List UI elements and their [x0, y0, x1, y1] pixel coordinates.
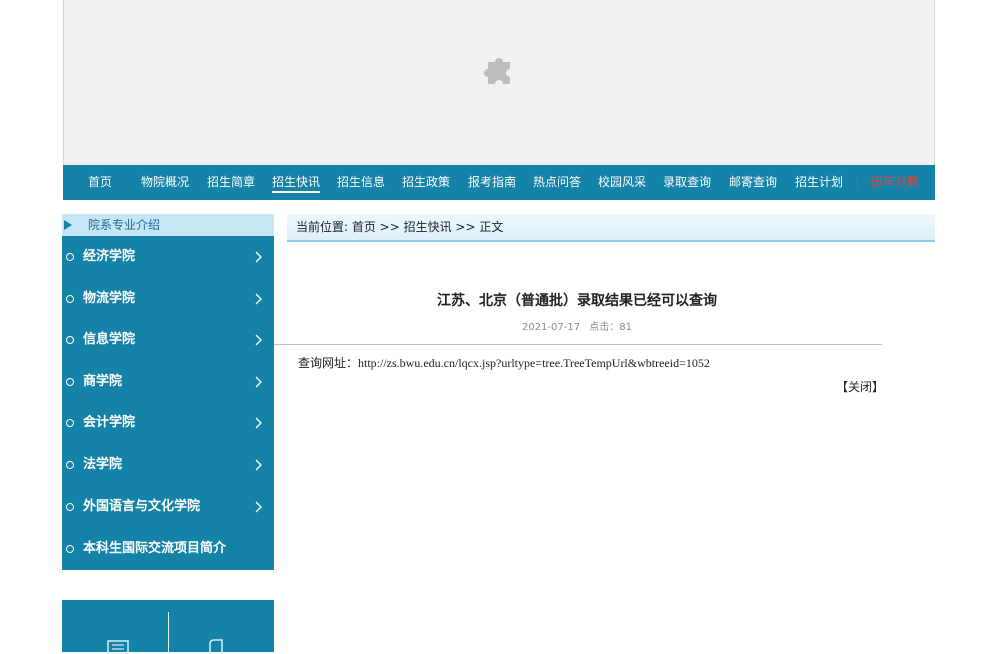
query-url-label: 查询网址： — [298, 356, 359, 370]
nav-admission-plan[interactable]: 招生计划 — [793, 165, 845, 200]
chevron-right-icon — [255, 293, 262, 305]
close-link[interactable]: 【关闭】 — [836, 378, 884, 396]
nav-home[interactable]: 首页 — [85, 165, 115, 200]
chevron-right-icon — [255, 334, 262, 346]
circle-bullet-icon — [66, 419, 74, 427]
sidebar-item-logistics[interactable]: 物流学院 — [62, 284, 274, 314]
sidebar-item-foreign-languages[interactable]: 外国语言与文化学院 — [62, 492, 274, 522]
nav-application-guide[interactable]: 报考指南 — [466, 165, 518, 200]
sidebar-item-international-exchange[interactable]: 本科生国际交流项目简介 — [62, 534, 274, 564]
circle-bullet-icon — [66, 545, 74, 553]
sidebar-item-business[interactable]: 商学院 — [62, 367, 274, 397]
nav-admission-query[interactable]: 录取查询 — [661, 165, 713, 200]
article-date: 2021-07-17 — [521, 322, 581, 333]
sidebar-item-information[interactable]: 信息学院 — [62, 325, 274, 355]
chevron-right-icon — [255, 417, 262, 429]
puzzle-plugin-icon — [484, 58, 510, 84]
query-url[interactable]: http://zs.bwu.edu.cn/lqcx.jsp?urltype=tr… — [358, 356, 710, 370]
top-banner — [63, 0, 935, 165]
views-label: 点击： — [589, 322, 620, 333]
sidebar-item-accounting[interactable]: 会计学院 — [62, 408, 274, 438]
nav-admission-brochure[interactable]: 招生简章 — [205, 165, 257, 200]
chevron-right-icon — [255, 251, 262, 263]
nav-past-scores[interactable]: 历年分数 — [869, 165, 921, 200]
article-title: 江苏、北京（普通批）录取结果已经可以查询 — [437, 293, 717, 309]
nav-admission-news[interactable]: 招生快讯 — [270, 165, 322, 200]
views-count: 81 — [619, 322, 633, 333]
circle-bullet-icon — [66, 295, 74, 303]
circle-bullet-icon — [66, 253, 74, 261]
circle-bullet-icon — [66, 503, 74, 511]
divider — [168, 612, 169, 652]
title-divider — [274, 344, 882, 345]
sidebar-heading: 院系专业介绍 — [62, 214, 274, 236]
circle-bullet-icon — [66, 461, 74, 469]
chevron-right-icon — [255, 459, 262, 471]
nav-mail-query[interactable]: 邮寄查询 — [727, 165, 779, 200]
nav-faq[interactable]: 热点问答 — [531, 165, 583, 200]
main-nav: 首页 物院概况 招生简章 招生快讯 招生信息 招生政策 报考指南 热点问答 校园… — [63, 165, 935, 200]
circle-bullet-icon — [66, 378, 74, 386]
nav-separator — [857, 175, 858, 190]
sidebar-quicklinks — [62, 600, 274, 654]
triangle-right-icon — [64, 220, 72, 230]
article-body: 查询网址：http://zs.bwu.edu.cn/lqcx.jsp?urlty… — [298, 354, 710, 372]
chevron-right-icon — [255, 501, 262, 513]
nav-admission-info[interactable]: 招生信息 — [335, 165, 387, 200]
chevron-right-icon — [255, 376, 262, 388]
sidebar-item-economics[interactable]: 经济学院 — [62, 242, 274, 272]
nav-overview[interactable]: 物院概况 — [139, 165, 191, 200]
sidebar-menu: 经济学院 物流学院 信息学院 商学院 会计学院 法学院 外国语言与文化学院 本科… — [62, 236, 274, 570]
sidebar-item-law[interactable]: 法学院 — [62, 450, 274, 480]
circle-bullet-icon — [66, 336, 74, 344]
nav-campus[interactable]: 校园风采 — [596, 165, 648, 200]
breadcrumb: 当前位置: 首页 >> 招生快讯 >> 正文 — [287, 214, 935, 242]
article-meta: 2021-07-17 点击：81 — [287, 321, 867, 335]
nav-admission-policy[interactable]: 招生政策 — [400, 165, 452, 200]
